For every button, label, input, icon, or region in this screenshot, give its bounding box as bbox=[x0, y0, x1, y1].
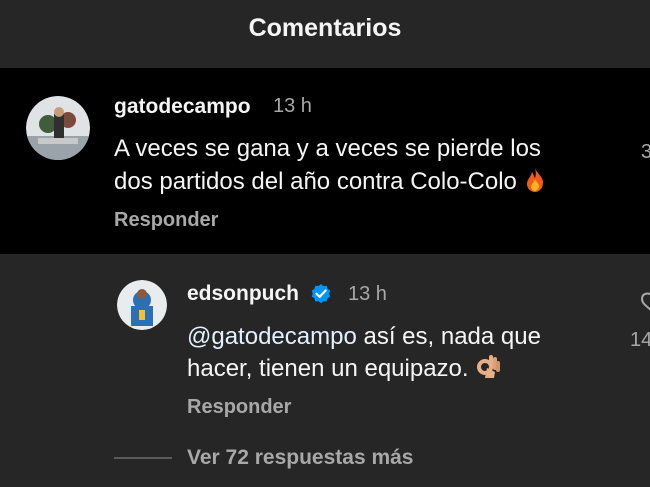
reply-like-count: 14 bbox=[630, 329, 650, 351]
reply-text-line-2: hacer, tienen un equipazo. bbox=[187, 352, 501, 389]
comment-like-count: 3 bbox=[641, 141, 650, 163]
view-more-replies-button[interactable]: Ver 72 respuestas más bbox=[187, 446, 414, 470]
replies-divider bbox=[114, 457, 172, 459]
comments-header: Comentarios bbox=[0, 0, 650, 68]
reply-text-line-1-content: así es, nada que bbox=[356, 323, 541, 350]
comment-text-line-2: dos partidos del año contra Colo-Colo bbox=[114, 165, 547, 202]
reply-text-line-2-content: hacer, tienen un equipazo. bbox=[187, 355, 469, 382]
reply-username[interactable]: edsonpuch bbox=[187, 282, 299, 306]
avatar[interactable] bbox=[26, 96, 90, 160]
comment-time: 13 h bbox=[273, 95, 312, 117]
like-heart-icon[interactable] bbox=[638, 292, 650, 312]
mention-link[interactable]: @gatodecampo bbox=[187, 323, 357, 350]
reply-to-reply-button[interactable]: Responder bbox=[187, 396, 291, 419]
reply-button[interactable]: Responder bbox=[114, 209, 218, 232]
fire-icon bbox=[523, 167, 547, 202]
reply-avatar[interactable] bbox=[117, 280, 167, 330]
reply-time: 13 h bbox=[348, 283, 387, 305]
comment-text-line-1: A veces se gana y a veces se pierde los bbox=[114, 135, 541, 162]
comment-text-line-2-content: dos partidos del año contra Colo-Colo bbox=[114, 168, 517, 195]
comment-username[interactable]: gatodecampo bbox=[114, 95, 251, 119]
verified-badge-icon bbox=[311, 284, 331, 304]
ok-hand-icon bbox=[475, 352, 501, 389]
page-title: Comentarios bbox=[248, 14, 402, 42]
reply-text-line-1: @gatodecampo así es, nada que bbox=[187, 320, 541, 353]
